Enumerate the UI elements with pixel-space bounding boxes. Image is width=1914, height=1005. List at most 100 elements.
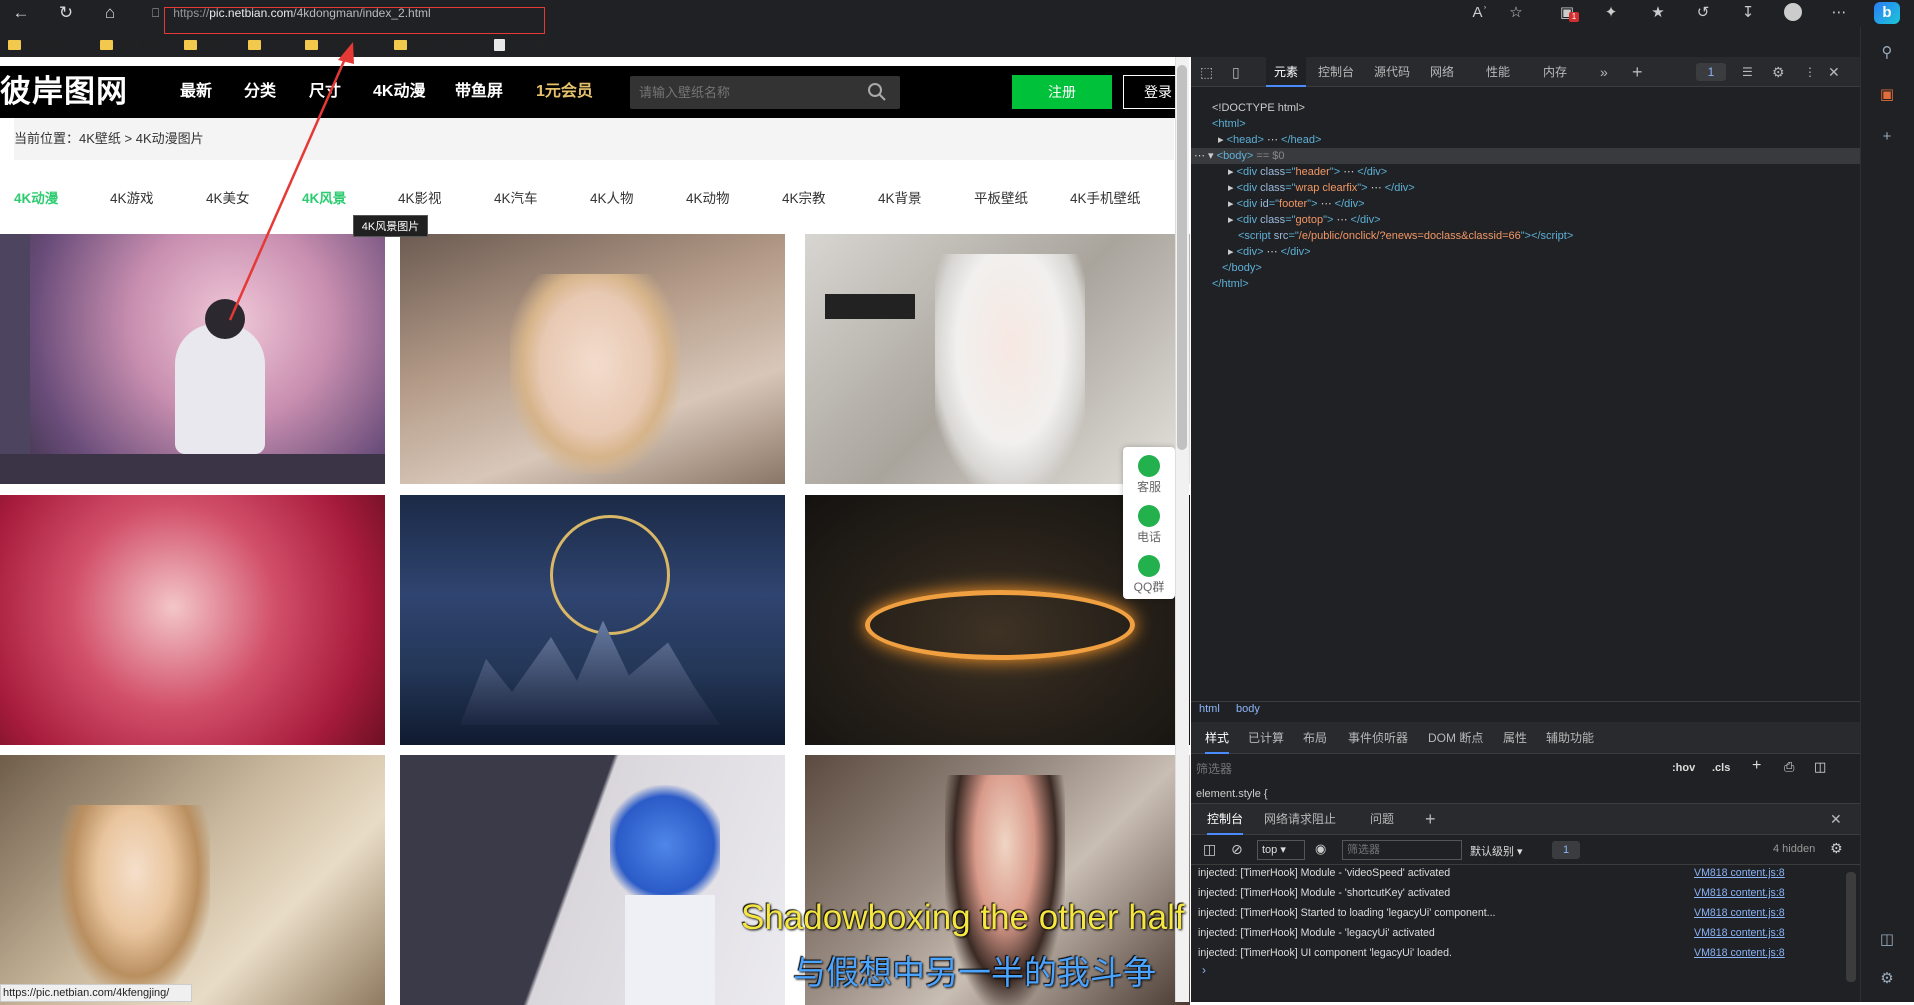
category-game[interactable]: 4K游戏 xyxy=(110,176,154,222)
tab-sources[interactable]: 源代码 xyxy=(1374,57,1410,87)
copilot-icon[interactable]: b xyxy=(1874,2,1900,24)
favorites-icon[interactable]: ★ xyxy=(1647,3,1669,23)
clear-console-icon[interactable]: ⊘ xyxy=(1231,841,1243,858)
more-options-icon[interactable]: ⋮ xyxy=(1804,57,1816,87)
category-background[interactable]: 4K背景 xyxy=(878,176,922,222)
cls-toggle[interactable]: .cls xyxy=(1712,762,1730,774)
drawer-tab-request-blocking[interactable]: 网络请求阻止 xyxy=(1264,803,1336,835)
dom-html-close[interactable]: </html> xyxy=(1212,276,1249,292)
wallpaper-thumb[interactable] xyxy=(400,234,785,484)
issues-badge[interactable]: 1 xyxy=(1696,63,1726,81)
wallpaper-thumb[interactable] xyxy=(0,495,385,745)
phone-button[interactable]: 电话 xyxy=(1123,505,1175,545)
add-tab-icon[interactable]: + xyxy=(1632,57,1643,87)
sidebar-toggle-icon[interactable]: ◫ xyxy=(1814,759,1826,775)
category-religion[interactable]: 4K宗教 xyxy=(782,176,826,222)
console-prompt-icon[interactable]: › xyxy=(1202,963,1206,977)
settings-icon[interactable]: ⚙ xyxy=(1874,966,1900,992)
nav-ultrawide[interactable]: 带鱼屏 xyxy=(455,66,503,118)
tab-styles[interactable]: 样式 xyxy=(1205,722,1230,754)
drawer-close-icon[interactable]: ✕ xyxy=(1830,803,1842,835)
console-log-source[interactable]: VM818 content.js:8 xyxy=(1694,903,1785,923)
styles-filter-input[interactable] xyxy=(1196,758,1436,780)
settings-icon[interactable]: ⚙ xyxy=(1772,57,1785,87)
tab-memory[interactable]: 内存 xyxy=(1543,57,1567,87)
tab-properties[interactable]: 属性 xyxy=(1503,722,1527,754)
category-tablet[interactable]: 平板壁纸 xyxy=(974,176,1028,222)
dom-script[interactable]: <script src="/e/public/onclick/?enews=do… xyxy=(1238,228,1573,244)
category-people[interactable]: 4K人物 xyxy=(590,176,634,222)
more-menu-icon[interactable]: ⋯ xyxy=(1828,3,1850,23)
log-level-select[interactable]: 默认级别 ▾ xyxy=(1470,843,1523,859)
category-mobile[interactable]: 4K手机壁纸 xyxy=(1070,176,1141,222)
login-button[interactable]: 登录 xyxy=(1123,75,1183,109)
new-rule-icon[interactable]: + xyxy=(1752,757,1761,775)
crumb-html[interactable]: html xyxy=(1199,703,1220,715)
nav-latest[interactable]: 最新 xyxy=(180,66,212,118)
context-select[interactable]: top ▾ xyxy=(1257,840,1305,860)
wallpaper-thumb[interactable] xyxy=(400,495,785,745)
console-issues-badge[interactable]: 1 xyxy=(1552,841,1580,859)
console-log-source[interactable]: VM818 content.js:8 xyxy=(1694,863,1785,883)
customize-icon[interactable]: ☰ xyxy=(1742,57,1753,87)
dom-html[interactable]: <html> xyxy=(1212,116,1246,132)
category-car[interactable]: 4K汽车 xyxy=(494,176,538,222)
nav-vip[interactable]: 1元会员 xyxy=(536,66,593,118)
hov-toggle[interactable]: :hov xyxy=(1672,762,1695,774)
wallpaper-thumb[interactable] xyxy=(0,755,385,1005)
site-logo[interactable]: 彼岸图网 xyxy=(0,66,140,118)
console-log-source[interactable]: VM818 content.js:8 xyxy=(1694,943,1785,963)
tab-network[interactable]: 网络 xyxy=(1430,57,1454,87)
dom-doctype[interactable]: <!DOCTYPE html> xyxy=(1212,100,1305,116)
dom-div-header[interactable]: ▸ <div class="header"> ⋯ </div> xyxy=(1228,164,1387,180)
back-icon[interactable]: ← xyxy=(8,2,34,24)
tab-dom-breakpoints[interactable]: DOM 断点 xyxy=(1428,722,1483,754)
category-animal[interactable]: 4K动物 xyxy=(686,176,730,222)
qq-group-button[interactable]: QQ群 xyxy=(1123,555,1175,595)
history-icon[interactable]: ↺ xyxy=(1692,3,1714,23)
element-style-rule[interactable]: element.style { xyxy=(1196,788,1268,800)
customer-service-button[interactable]: 客服 xyxy=(1123,455,1175,495)
tab-event-listeners[interactable]: 事件侦听器 xyxy=(1348,722,1408,754)
console-log-source[interactable]: VM818 content.js:8 xyxy=(1694,923,1785,943)
device-toolbar-icon[interactable]: ▯ xyxy=(1232,57,1240,87)
dom-body[interactable]: ⋯ ▾ <body> == $0 xyxy=(1194,148,1285,164)
search-input[interactable] xyxy=(630,76,870,109)
crumb-body[interactable]: body xyxy=(1236,703,1260,715)
wallpaper-thumb[interactable] xyxy=(400,755,785,1005)
dom-head[interactable]: ▸ <head> ⋯ </head> xyxy=(1218,132,1321,148)
dom-div-anon[interactable]: ▸ <div> ⋯ </div> xyxy=(1228,244,1311,260)
more-tabs-icon[interactable]: » xyxy=(1600,57,1608,87)
page-scrollbar-thumb[interactable] xyxy=(1177,65,1187,450)
home-icon[interactable]: ⌂ xyxy=(97,2,123,24)
dom-div-footer[interactable]: ▸ <div id="footer"> ⋯ </div> xyxy=(1228,196,1365,212)
category-anime[interactable]: 4K动漫 xyxy=(14,176,58,222)
tab-console[interactable]: 控制台 xyxy=(1318,57,1354,87)
dom-body-close[interactable]: </body> xyxy=(1222,260,1262,276)
refresh-icon[interactable]: ↻ xyxy=(53,2,79,24)
tab-layout[interactable]: 布局 xyxy=(1303,722,1327,754)
console-log-source[interactable]: VM818 content.js:8 xyxy=(1694,883,1785,903)
close-icon[interactable]: ✕ xyxy=(1828,57,1840,87)
toolbox-icon[interactable]: ▣ xyxy=(1874,82,1900,108)
profile-avatar[interactable] xyxy=(1782,3,1804,23)
tab-elements[interactable]: 元素 xyxy=(1266,57,1307,87)
nav-4k-anime[interactable]: 4K动漫 xyxy=(373,66,425,118)
print-media-icon[interactable]: ⎙ xyxy=(1784,759,1794,775)
inspect-icon[interactable]: ⬚ xyxy=(1200,57,1213,87)
drawer-tab-issues[interactable]: 问题 xyxy=(1370,803,1394,835)
console-filter-input[interactable] xyxy=(1342,840,1462,860)
console-settings-icon[interactable]: ⚙ xyxy=(1830,840,1843,857)
downloads-icon[interactable]: ↧ xyxy=(1737,3,1759,23)
extensions-icon[interactable]: ✦ xyxy=(1600,3,1622,23)
drawer-tab-console[interactable]: 控制台 xyxy=(1207,803,1244,835)
extension-badge-icon[interactable]: ▣ 1 xyxy=(1556,3,1579,23)
tab-computed[interactable]: 已计算 xyxy=(1248,722,1284,754)
console-scrollbar[interactable] xyxy=(1846,872,1856,982)
search-icon[interactable] xyxy=(866,81,888,103)
dom-div-wrap[interactable]: ▸ <div class="wrap clearfix"> ⋯ </div> xyxy=(1228,180,1415,196)
live-expression-icon[interactable]: ◉ xyxy=(1315,841,1326,857)
dom-div-gotop[interactable]: ▸ <div class="gotop"> ⋯ </div> xyxy=(1228,212,1381,228)
sidebar-toggle-icon[interactable]: ◫ xyxy=(1874,927,1900,953)
register-button[interactable]: 注册 xyxy=(1012,75,1112,109)
